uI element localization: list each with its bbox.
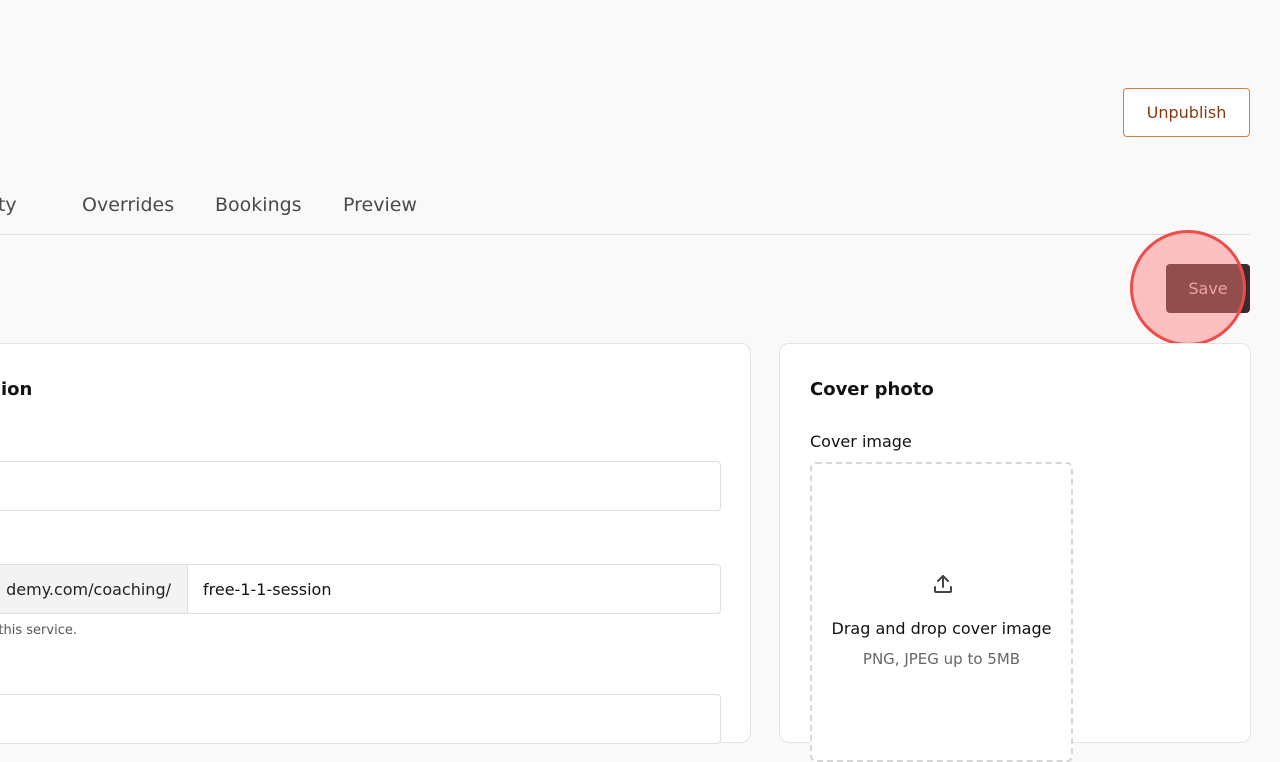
cover-image-label: Cover image <box>810 432 912 451</box>
save-button[interactable]: Save <box>1166 264 1250 313</box>
dropzone-title: Drag and drop cover image <box>831 619 1052 638</box>
tab-bookings[interactable]: Bookings <box>215 194 302 216</box>
tab-bar: bility Overrides Bookings Preview <box>0 186 1250 235</box>
cover-photo-title: Cover photo <box>810 379 934 400</box>
dropzone-hint: PNG, JPEG up to 5MB <box>862 650 1021 668</box>
unpublish-button[interactable]: Unpublish <box>1123 88 1250 137</box>
next-input[interactable] <box>0 694 721 744</box>
details-section-title: ion <box>1 379 33 400</box>
tab-overrides[interactable]: Overrides <box>82 194 174 216</box>
url-prefix: demy.com/coaching/ <box>0 565 188 613</box>
tab-availability[interactable]: bility <box>0 194 17 216</box>
url-field[interactable]: demy.com/coaching/ free-1-1-session <box>0 564 721 614</box>
cover-image-dropzone[interactable]: Drag and drop cover image PNG, JPEG up t… <box>810 462 1073 762</box>
service-name-input[interactable] <box>0 461 721 511</box>
url-slug-input[interactable]: free-1-1-session <box>188 565 720 613</box>
cover-photo-card: Cover photo Cover image Drag and drop co… <box>779 343 1251 762</box>
tab-preview[interactable]: Preview <box>343 194 417 216</box>
upload-icon <box>934 575 952 593</box>
details-card: ion demy.com/coaching/ free-1-1-session … <box>0 343 751 744</box>
url-help-text: or this service. <box>0 623 77 638</box>
